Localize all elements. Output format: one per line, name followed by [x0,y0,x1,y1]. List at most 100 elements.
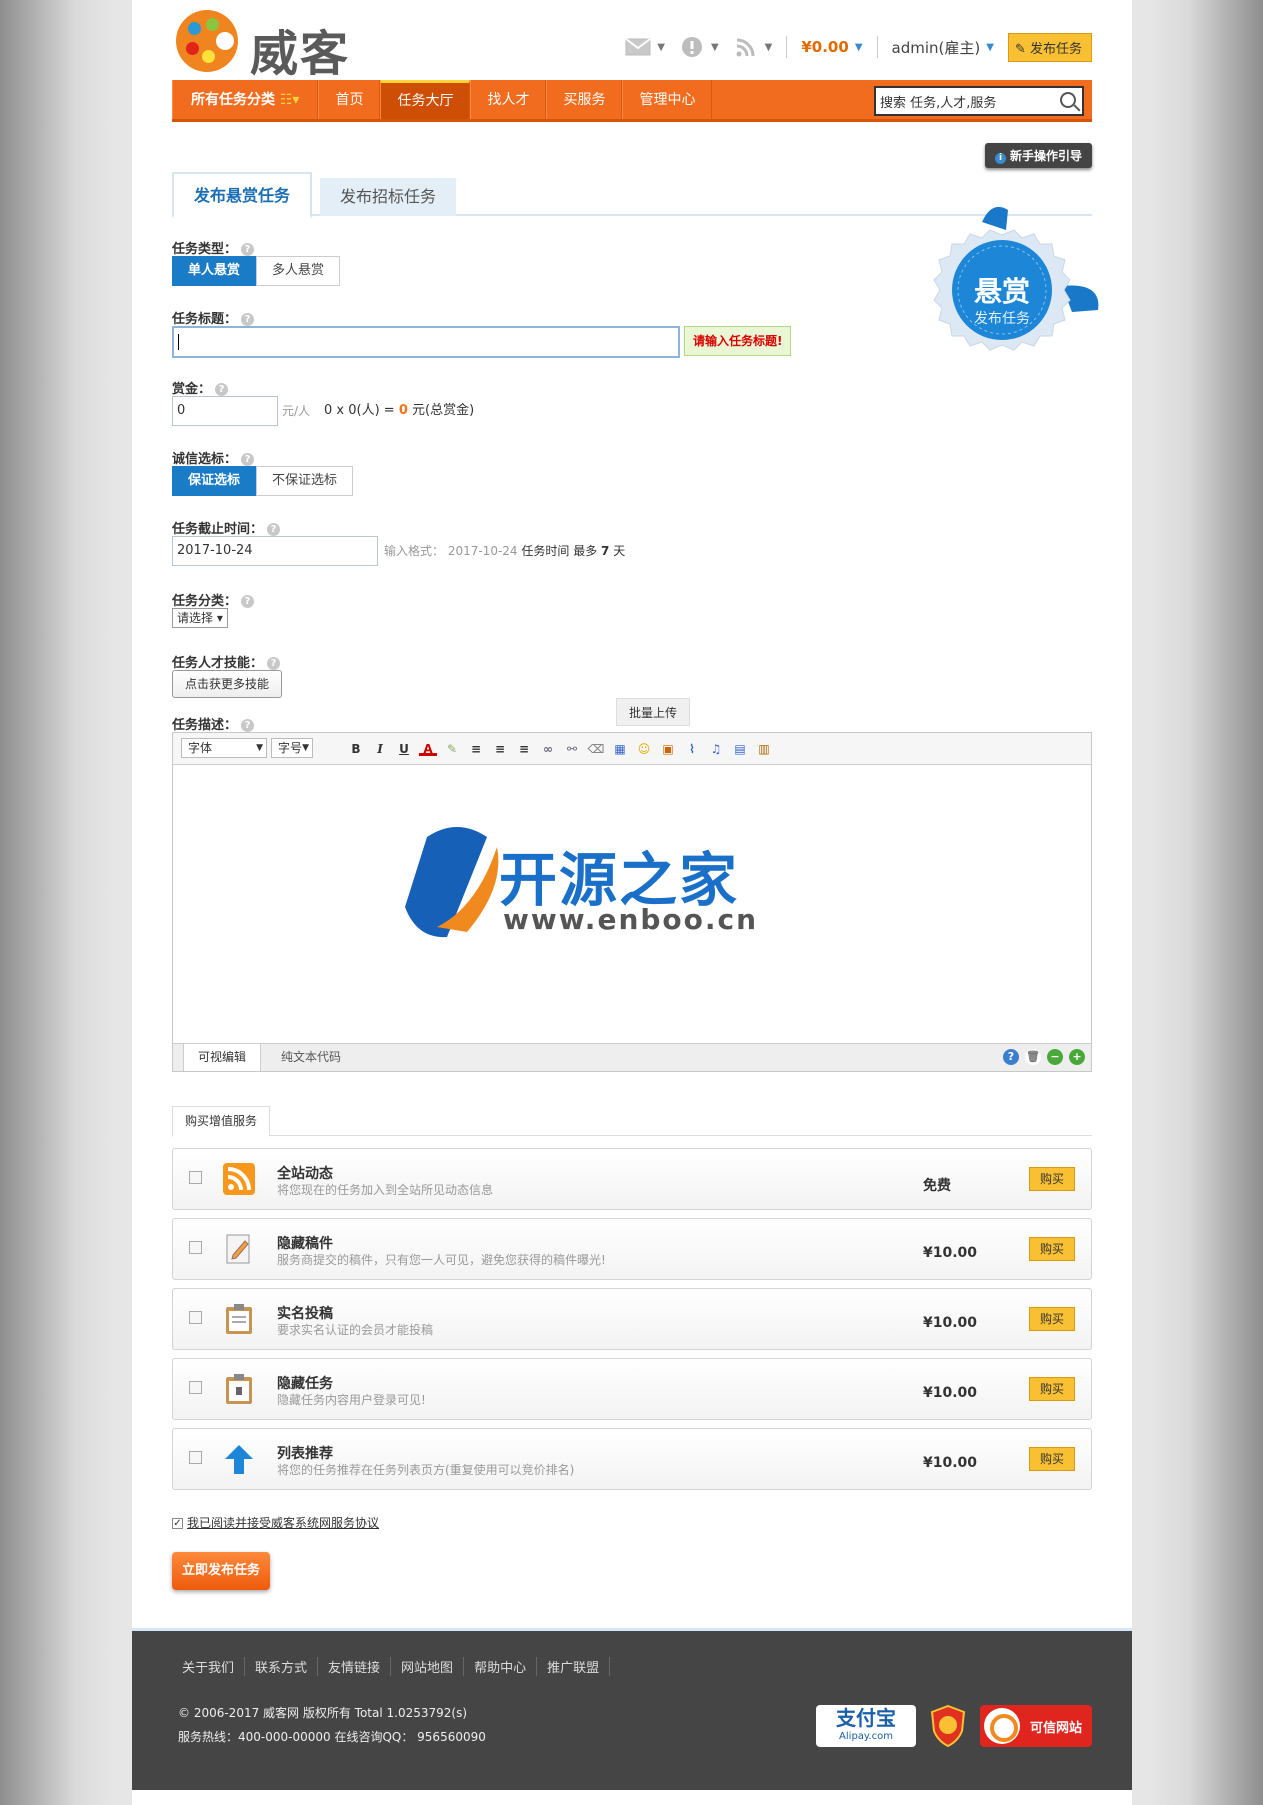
help-icon[interactable]: ? [267,657,281,670]
badge-subtitle: 发布任务 [974,311,1030,327]
table-icon[interactable]: ▦ [611,740,629,758]
highlight-icon[interactable]: ✎ [443,740,461,758]
footer-link-help[interactable]: 帮助中心 [464,1657,538,1676]
service-checkbox[interactable] [189,1241,202,1254]
tab-bid-task[interactable]: 发布招标任务 [320,178,457,216]
task-title-input[interactable] [172,326,680,358]
bid-guaranteed[interactable]: 保证选标 [172,466,257,496]
tab-reward-task[interactable]: 发布悬赏任务 [172,172,313,218]
font-family-select[interactable]: 字体 ▼ [181,738,267,758]
alipay-badge[interactable]: 支付宝 Alipay.com [816,1705,916,1747]
user-menu[interactable]: admin(雇主) [892,37,981,58]
font-size-select[interactable]: 字号 ▼ [271,738,313,758]
footer-copyright: © 2006-2017 威客网 版权所有 Total 1.0253792(s) … [178,1706,486,1744]
service-checkbox[interactable] [189,1381,202,1394]
tab-visual-edit[interactable]: 可视编辑 [183,1044,262,1071]
font-color-icon[interactable]: A [419,740,437,756]
bold-icon[interactable]: B [347,740,365,758]
bounty-input[interactable]: 0 [172,396,278,426]
align-center-icon[interactable]: ≡ [491,740,509,758]
nav-buy-service[interactable]: 买服务 [546,80,623,119]
help-icon[interactable]: ? [1003,1049,1019,1065]
submit-task-button[interactable]: 立即发布任务 [172,1552,270,1590]
trusted-site-badge[interactable]: 可信网站 [980,1705,1092,1747]
value-added-header: 购买增值服务 [172,1106,1092,1137]
buy-button[interactable]: 购买 [1029,1167,1075,1191]
help-icon[interactable]: ? [241,719,255,732]
buy-button[interactable]: 购买 [1029,1237,1075,1261]
search-box [874,86,1084,116]
attachment-icon[interactable]: ⌇ [683,740,701,758]
help-icon[interactable]: ? [241,313,255,326]
image-icon[interactable]: ▣ [659,740,677,758]
emoji-icon[interactable]: ☺ [635,740,653,758]
nav-task-hall[interactable]: 任务大厅 [380,80,471,119]
nav-admin-center[interactable]: 管理中心 [622,80,713,119]
pencil-icon: ✎ [1014,41,1026,57]
task-type-single[interactable]: 单人悬赏 [172,256,257,286]
help-icon[interactable]: ? [267,523,281,536]
category-select[interactable]: 请选择 ▾ [172,608,228,628]
plus-icon[interactable]: + [1069,1049,1085,1065]
chevron-down-icon[interactable]: ▼ [855,42,863,53]
top-bar: ▼ ▼ ▼ ¥0.00 ▼ admin(雇主) ▼ ✎ 发布任务 [625,32,1092,62]
rss-icon[interactable] [733,37,759,57]
nav-home[interactable]: 首页 [318,80,381,119]
newbie-guide-button[interactable]: i 新手操作引导 [984,143,1092,168]
chevron-down-icon[interactable]: ▼ [986,42,994,53]
balance[interactable]: ¥0.00 [801,38,848,56]
chevron-down-icon[interactable]: ▼ [657,42,665,53]
editor-content-area[interactable]: 开源之家 www.enboo.cn [173,765,1091,1045]
footer-link-sitemap[interactable]: 网站地图 [391,1657,465,1676]
link-icon[interactable]: ∞ [539,740,557,758]
trash-icon[interactable]: 🗑 [1025,1049,1041,1065]
nav-all-categories[interactable]: 所有任务分类 ☷▾ [172,80,319,119]
unlink-icon[interactable]: ⚯ [563,740,581,758]
editor-tools: B I U A ✎ ≡ ≡ ≡ ∞ ⚯ ⌫ ▦ ☺ ▣ ⌇ ♫ ▤ ▥ [347,740,773,758]
align-left-icon[interactable]: ≡ [467,740,485,758]
agreement-checkbox[interactable]: ✓ [172,1518,183,1529]
minus-icon[interactable]: − [1047,1049,1063,1065]
help-icon[interactable]: ? [241,595,255,608]
bid-not-guaranteed[interactable]: 不保证选标 [256,466,354,496]
service-checkbox[interactable] [189,1171,202,1184]
mail-icon[interactable] [625,37,651,57]
buy-button[interactable]: 购买 [1029,1307,1075,1331]
footer-link-affiliate[interactable]: 推广联盟 [537,1657,611,1676]
music-icon[interactable]: ♫ [707,740,725,758]
more-skills-button[interactable]: 点击获更多技能 [172,670,283,698]
search-input[interactable] [876,88,1048,114]
post-task-button[interactable]: ✎ 发布任务 [1007,32,1092,62]
eraser-icon[interactable]: ⌫ [587,740,605,758]
service-price: 免费 [923,1178,951,1194]
buy-button[interactable]: 购买 [1029,1447,1075,1471]
align-right-icon[interactable]: ≡ [515,740,533,758]
tab-source-code[interactable]: 纯文本代码 [267,1044,355,1071]
chevron-down-icon[interactable]: ▼ [765,42,773,53]
footer-link-friends[interactable]: 友情链接 [318,1657,392,1676]
footer-link-contact[interactable]: 联系方式 [245,1657,319,1676]
agreement-link[interactable]: 我已阅读并接受威客系统网服务协议 [187,1516,379,1530]
buy-button[interactable]: 购买 [1029,1377,1075,1401]
search-icon[interactable] [1060,92,1076,108]
help-icon[interactable]: ? [241,243,255,256]
help-icon[interactable]: ? [215,383,229,396]
tab-value-added-services[interactable]: 购买增值服务 [172,1106,271,1137]
batch-upload-button[interactable]: 批量上传 [616,698,691,726]
italic-icon[interactable]: I [371,740,389,758]
video-icon[interactable]: ▤ [731,740,749,758]
nav-find-talent[interactable]: 找人才 [470,80,547,119]
service-checkbox[interactable] [189,1451,202,1464]
bounty-label: 赏金：? [172,378,229,397]
notice-icon[interactable] [679,37,705,57]
chevron-down-icon[interactable]: ▼ [711,42,719,53]
footer-link-about[interactable]: 关于我们 [172,1657,246,1676]
site-logo[interactable]: 威客 [176,8,366,82]
task-type-multi[interactable]: 多人悬赏 [256,256,341,286]
police-shield-icon[interactable] [930,1705,966,1747]
paste-icon[interactable]: ▥ [755,740,773,758]
deadline-input[interactable]: 2017-10-24 [172,536,378,566]
service-checkbox[interactable] [189,1311,202,1324]
underline-icon[interactable]: U [395,740,413,758]
help-icon[interactable]: ? [241,453,255,466]
